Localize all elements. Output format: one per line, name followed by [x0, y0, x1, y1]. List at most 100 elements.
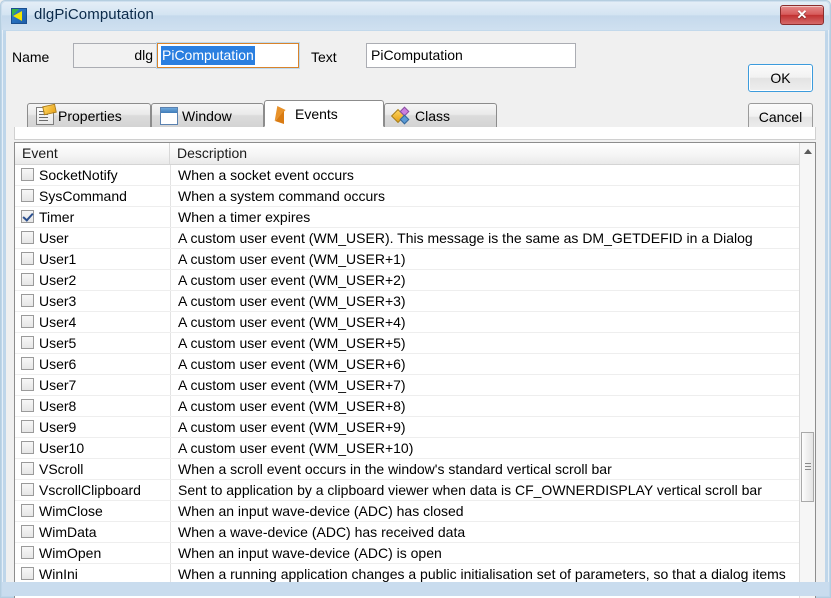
row-checkbox[interactable]	[21, 231, 34, 244]
event-description: A custom user event (WM_USER+2)	[178, 272, 406, 288]
tab-events[interactable]: Events	[264, 100, 384, 127]
scrollbar-thumb[interactable]	[801, 432, 814, 502]
close-icon: ✕	[796, 7, 808, 22]
row-checkbox[interactable]	[21, 315, 34, 328]
row-checkbox[interactable]	[21, 294, 34, 307]
column-divider	[170, 522, 171, 542]
dialog-window: dlgPiComputation ✕ Name dlg PiComputatio…	[0, 0, 831, 598]
tab-events-label: Events	[295, 105, 338, 122]
client-area: Name dlg PiComputation Text PiComputatio…	[6, 31, 825, 598]
column-divider	[170, 228, 171, 248]
column-divider	[170, 249, 171, 269]
row-checkbox[interactable]	[21, 567, 34, 580]
table-row[interactable]: User7 A custom user event (WM_USER+7)	[15, 375, 801, 396]
row-checkbox[interactable]	[21, 378, 34, 391]
window-title: dlgPiComputation	[34, 6, 155, 23]
table-row[interactable]: User3 A custom user event (WM_USER+3)	[15, 291, 801, 312]
row-checkbox[interactable]	[21, 546, 34, 559]
table-row[interactable]: VScroll When a scroll event occurs in the…	[15, 459, 801, 480]
tab-class-label: Class	[415, 107, 451, 124]
tab-pane-top-strip	[14, 127, 816, 140]
table-row[interactable]: SocketNotify When a socket event occurs	[15, 165, 801, 186]
row-checkbox[interactable]	[21, 336, 34, 349]
tab-window[interactable]: Window	[151, 103, 264, 127]
column-header-event[interactable]: Event	[15, 143, 170, 164]
event-description: When an input wave-device (ADC) has clos…	[178, 503, 464, 519]
table-row[interactable]: User10 A custom user event (WM_USER+10)	[15, 438, 801, 459]
table-row[interactable]: VscrollClipboard Sent to application by a…	[15, 480, 801, 501]
table-row[interactable]: User1 A custom user event (WM_USER+1)	[15, 249, 801, 270]
event-name: SysCommand	[39, 188, 127, 204]
event-description: A custom user event (WM_USER+4)	[178, 314, 406, 330]
row-checkbox[interactable]	[21, 483, 34, 496]
event-name: VScroll	[39, 461, 84, 477]
grid-body: SocketNotify When a socket event occurs Sy…	[15, 165, 801, 598]
column-divider	[170, 417, 171, 437]
ok-button[interactable]: OK	[748, 64, 813, 92]
table-row[interactable]: User A custom user event (WM_USER). This …	[15, 228, 801, 249]
column-divider	[170, 543, 171, 563]
table-row[interactable]: User8 A custom user event (WM_USER+8)	[15, 396, 801, 417]
column-divider	[170, 291, 171, 311]
row-checkbox[interactable]	[21, 189, 34, 202]
table-row[interactable]: WimData When a wave-device (ADC) has rece…	[15, 522, 801, 543]
row-checkbox[interactable]	[21, 252, 34, 265]
row-checkbox[interactable]	[21, 504, 34, 517]
event-name: WinIni	[39, 566, 78, 582]
event-name: User3	[39, 293, 77, 309]
row-checkbox[interactable]	[21, 525, 34, 538]
close-button[interactable]: ✕	[780, 5, 824, 25]
scroll-up-arrow-icon[interactable]	[800, 143, 815, 160]
column-divider	[170, 165, 171, 185]
table-row[interactable]: WimOpen When an input wave-device (ADC) i…	[15, 543, 801, 564]
text-input[interactable]: PiComputation	[366, 43, 576, 68]
row-checkbox[interactable]	[21, 462, 34, 475]
row-checkbox[interactable]	[21, 399, 34, 412]
properties-icon	[36, 106, 54, 125]
tab-class[interactable]: Class	[384, 103, 497, 127]
column-divider	[170, 270, 171, 290]
event-description: A custom user event (WM_USER+3)	[178, 293, 406, 309]
event-description: A custom user event (WM_USER+1)	[178, 251, 406, 267]
column-header-description[interactable]: Description	[170, 143, 800, 164]
row-checkbox[interactable]	[21, 441, 34, 454]
window-bottom-strip	[2, 582, 829, 596]
column-divider	[170, 186, 171, 206]
event-description: When a system command occurs	[178, 188, 385, 204]
event-description: A custom user event (WM_USER+8)	[178, 398, 406, 414]
events-grid: Event Description SocketNotify When a soc…	[14, 142, 816, 598]
vertical-scrollbar[interactable]	[799, 143, 815, 598]
event-description: When a socket event occurs	[178, 167, 354, 183]
row-checkbox[interactable]	[21, 210, 34, 223]
table-row[interactable]: User2 A custom user event (WM_USER+2)	[15, 270, 801, 291]
event-name: User5	[39, 335, 77, 351]
event-description: When a timer expires	[178, 209, 311, 225]
event-name: User1	[39, 251, 77, 267]
event-name: SocketNotify	[39, 167, 118, 183]
table-row[interactable]: Timer When a timer expires	[15, 207, 801, 228]
table-row[interactable]: User5 A custom user event (WM_USER+5)	[15, 333, 801, 354]
tab-properties-label: Properties	[58, 107, 122, 124]
table-row[interactable]: User4 A custom user event (WM_USER+4)	[15, 312, 801, 333]
event-name: User	[39, 230, 69, 246]
tab-strip: Properties Window Events Class	[14, 100, 816, 127]
row-checkbox[interactable]	[21, 273, 34, 286]
event-description: When a scroll event occurs in the window…	[178, 461, 612, 477]
event-description: Sent to application by a clipboard viewe…	[178, 482, 762, 498]
event-name: User10	[39, 440, 85, 456]
column-divider	[170, 333, 171, 353]
tab-properties[interactable]: Properties	[27, 103, 151, 127]
event-description: A custom user event (WM_USER). This mess…	[178, 230, 753, 246]
row-checkbox[interactable]	[21, 357, 34, 370]
row-checkbox[interactable]	[21, 420, 34, 433]
title-bar: dlgPiComputation ✕	[2, 2, 829, 30]
table-row[interactable]: SysCommand When a system command occurs	[15, 186, 801, 207]
name-input[interactable]: PiComputation	[157, 43, 299, 68]
table-row[interactable]: User9 A custom user event (WM_USER+9)	[15, 417, 801, 438]
event-description: A custom user event (WM_USER+9)	[178, 419, 406, 435]
event-name: User4	[39, 314, 77, 330]
event-description: When an input wave-device (ADC) is open	[178, 545, 442, 561]
table-row[interactable]: User6 A custom user event (WM_USER+6)	[15, 354, 801, 375]
table-row[interactable]: WimClose When an input wave-device (ADC) …	[15, 501, 801, 522]
row-checkbox[interactable]	[21, 168, 34, 181]
